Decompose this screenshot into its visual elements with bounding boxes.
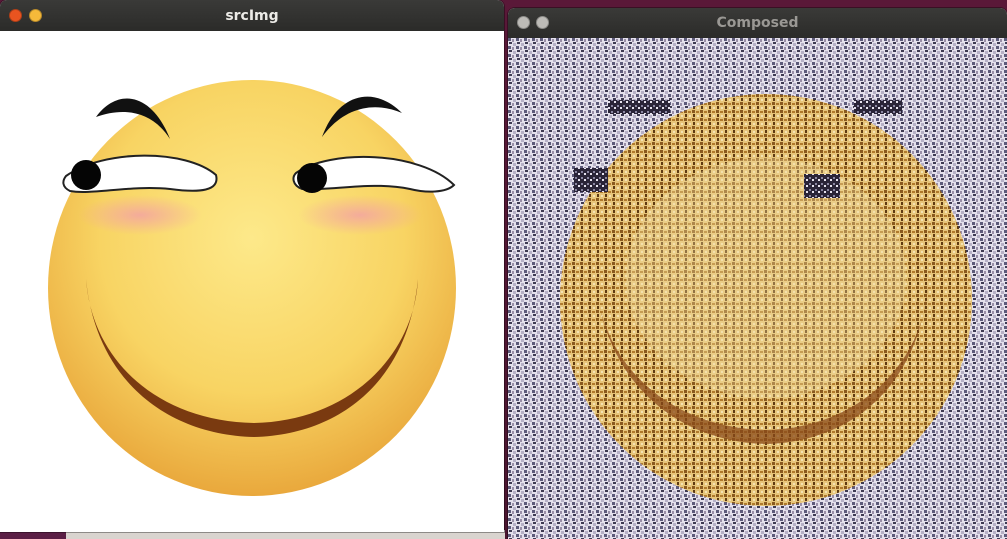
smiley-face-image xyxy=(48,80,456,496)
minimize-icon[interactable] xyxy=(29,9,42,22)
srcimg-canvas xyxy=(0,31,504,532)
left-blush xyxy=(78,195,202,235)
close-icon[interactable] xyxy=(9,9,22,22)
composed-canvas xyxy=(508,38,1007,539)
window-title: Composed xyxy=(716,15,799,31)
minimize-icon[interactable] xyxy=(536,16,549,29)
mosaic-right-pupil xyxy=(804,174,840,198)
mosaic-left-pupil xyxy=(574,168,608,192)
close-icon[interactable] xyxy=(517,16,530,29)
right-blush xyxy=(298,195,422,235)
srcimg-titlebar[interactable]: srcImg xyxy=(0,0,504,31)
mosaic-right-eyebrow xyxy=(854,100,902,114)
mosaic-image xyxy=(508,38,1007,539)
mosaic-left-eyebrow xyxy=(608,100,670,114)
composed-titlebar[interactable]: Composed xyxy=(508,8,1007,38)
left-pupil xyxy=(71,160,101,190)
srcimg-window: srcImg xyxy=(0,0,504,532)
composed-window: Composed xyxy=(508,8,1007,539)
window-title: srcImg xyxy=(225,7,279,24)
right-pupil xyxy=(297,163,327,193)
mosaic-face-center xyxy=(626,158,906,398)
